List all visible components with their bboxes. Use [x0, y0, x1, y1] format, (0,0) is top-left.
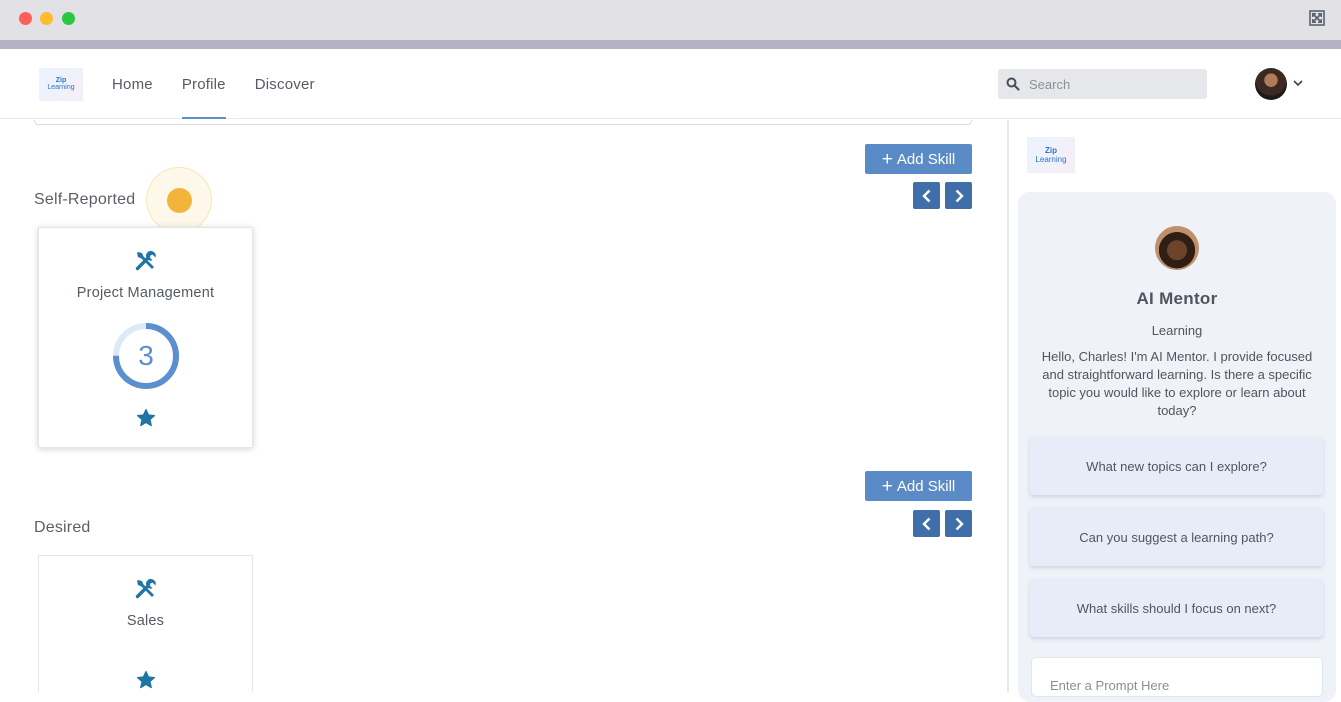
logo-text-line2: Learning [1035, 154, 1067, 164]
suggestion-button[interactable]: What skills should I focus on next? [1030, 579, 1323, 637]
search-icon [1006, 77, 1020, 91]
click-indicator [146, 167, 212, 233]
nav-home[interactable]: Home [112, 49, 153, 119]
logo-text-line1: Zip [55, 77, 67, 84]
prompt-input[interactable] [1050, 678, 1310, 693]
mentor-avatar [1155, 226, 1199, 270]
window-band [0, 40, 1341, 49]
minimize-window-button[interactable] [40, 12, 53, 25]
star-icon[interactable] [136, 408, 156, 428]
maximize-window-button[interactable] [62, 12, 75, 25]
fullscreen-icon[interactable] [1309, 10, 1325, 26]
mentor-greeting: Hello, Charles! I'm AI Mentor. I provide… [1041, 349, 1313, 418]
skill-card-sales[interactable]: Sales [38, 555, 253, 692]
user-avatar[interactable] [1255, 68, 1287, 100]
window-titlebar [0, 0, 1341, 40]
mentor-name: AI Mentor [1136, 289, 1218, 308]
suggestion-button[interactable]: Can you suggest a learning path? [1030, 508, 1323, 566]
search-box[interactable] [998, 69, 1207, 99]
panel-divider [1007, 120, 1009, 692]
add-skill-label: Add Skill [896, 477, 956, 495]
next-arrow-button-desired[interactable] [945, 510, 972, 537]
add-skill-button-desired[interactable]: + Add Skill [865, 471, 972, 501]
skills-main: + Add Skill Self-Reported Project Manage… [0, 120, 1007, 692]
next-arrow-button-self-reported[interactable] [945, 182, 972, 209]
previous-section-box [34, 120, 972, 125]
ai-mentor-panel: AI Mentor Learning Hello, Charles! I'm A… [1018, 192, 1336, 702]
prev-arrow-button-self-reported[interactable] [913, 182, 940, 209]
section-title-desired: Desired [34, 519, 91, 536]
skill-card-label: Sales [126, 613, 165, 629]
search-input[interactable] [1029, 76, 1199, 92]
tools-icon [135, 250, 156, 271]
nav-discover[interactable]: Discover [255, 49, 315, 119]
mentor-role: Learning [1151, 323, 1203, 338]
plus-icon: + [881, 475, 893, 497]
add-skill-label: Add Skill [896, 150, 956, 168]
tools-icon [135, 578, 156, 599]
skill-level-value: 3 [138, 340, 154, 371]
app-header: Zip Learning Home Profile Discover [0, 49, 1341, 119]
add-skill-button-self-reported[interactable]: + Add Skill [865, 144, 972, 174]
chevron-down-icon[interactable] [1292, 77, 1304, 89]
star-icon[interactable] [136, 670, 156, 690]
prompt-box[interactable] [1031, 657, 1323, 697]
skill-card-project-management[interactable]: Project Management 3 [38, 227, 253, 448]
logo-text-line1: Zip [1045, 145, 1057, 155]
chevron-left-icon [921, 517, 930, 530]
nav-profile[interactable]: Profile [181, 49, 226, 119]
chevron-left-icon [921, 189, 930, 202]
section-title-self-reported: Self-Reported [34, 191, 136, 208]
zip-learning-logo[interactable]: Zip Learning [39, 68, 83, 101]
suggestion-button[interactable]: What new topics can I explore? [1030, 437, 1323, 495]
plus-icon: + [881, 148, 893, 170]
chevron-right-icon [955, 189, 964, 202]
close-window-button[interactable] [19, 12, 32, 25]
chevron-right-icon [955, 517, 964, 530]
logo-text-line2: Learning [47, 84, 75, 91]
main-nav: Home Profile Discover [112, 49, 344, 119]
mentor-panel-logo: Zip Learning [1027, 137, 1075, 173]
prev-arrow-button-desired[interactable] [913, 510, 940, 537]
skill-card-label: Project Management [76, 285, 215, 301]
